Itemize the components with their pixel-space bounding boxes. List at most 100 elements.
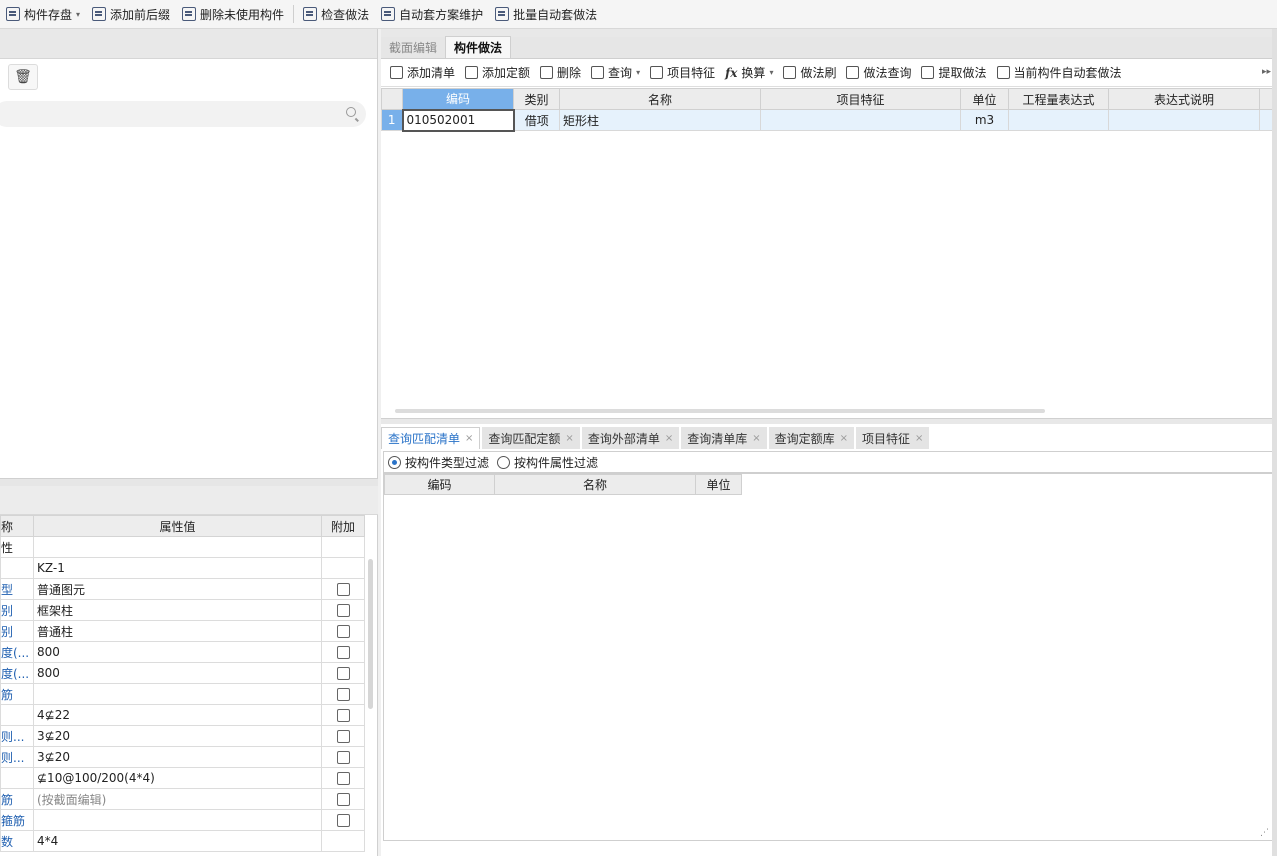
add-quota-button[interactable]: 添加定额 [460,59,535,87]
close-icon[interactable]: × [840,433,848,444]
delete-unused-button[interactable]: 删除未使用构件 [176,0,290,29]
query-button[interactable]: 查询 ▾ [586,59,645,87]
table-row[interactable]: 则... 3⊈20 [0,746,365,768]
add-prefix-suffix-button[interactable]: 添加前后缀 [86,0,176,29]
attach-checkbox[interactable] [336,772,350,785]
delete-row-button[interactable]: 删除 [535,59,586,87]
table-row[interactable]: 筋 [0,683,365,705]
table-row[interactable]: ⊈10@100/200(4*4) [0,767,365,789]
feature-cell[interactable] [760,109,961,131]
convert-button[interactable]: fx 换算 ▾ [720,59,778,87]
component-search-input[interactable] [0,101,366,127]
search-icon[interactable] [346,107,356,117]
tab-section-edit[interactable]: 截面编辑 [381,36,445,58]
col-unit[interactable]: 单位 [960,88,1009,110]
table-row[interactable]: 则... 3⊈20 [0,725,365,747]
auto-apply-current-button[interactable]: 当前构件自动套做法 [992,59,1127,87]
item-feature-button[interactable]: 项目特征 [645,59,720,87]
code-cell[interactable]: 010502001 [401,108,515,132]
col-expression-desc[interactable]: 表达式说明 [1108,88,1260,110]
col-code[interactable]: 编码 [402,88,514,110]
tab-component-method[interactable]: 构件做法 [445,36,512,58]
query-col-unit[interactable]: 单位 [695,474,742,495]
row-number[interactable]: 1 [381,109,403,131]
chevron-down-icon[interactable]: ▾ [76,10,80,19]
batch-auto-method-button[interactable]: 批量自动套做法 [489,0,603,29]
attach-checkbox[interactable] [336,583,350,596]
method-brush-button[interactable]: 做法刷 [778,59,841,87]
type-cell[interactable]: 借项 [513,109,560,131]
attach-checkbox[interactable] [336,751,350,764]
table-row[interactable]: 箍筋 [0,809,365,831]
auto-scheme-icon [381,7,396,21]
table-row[interactable]: 别框架柱 [0,599,365,621]
tab-item-feature[interactable]: 项目特征 × [856,427,930,449]
expression-desc-cell[interactable] [1108,109,1260,131]
left-tools: 🗑 [0,59,377,95]
table-row[interactable]: 数 4*4 [0,830,365,852]
attach-checkbox[interactable] [336,688,350,701]
chevron-down-icon[interactable]: ▾ [636,68,640,77]
delete-button[interactable]: 🗑 [8,64,38,90]
attach-checkbox[interactable] [336,793,350,806]
table-row[interactable]: 筋 (按截面编辑) [0,788,365,810]
overflow-icon[interactable]: ▸▸ [1262,67,1271,77]
chevron-down-icon[interactable]: ▾ [769,68,773,77]
attach-checkbox[interactable] [336,646,350,659]
auto-apply-icon [996,66,1010,79]
window-edge [1272,29,1277,856]
query-col-code[interactable]: 编码 [384,474,495,495]
tab-match-quota[interactable]: 查询匹配定额 × [482,427,580,449]
name-cell[interactable]: 矩形柱 [559,109,761,131]
attach-checkbox[interactable] [336,625,350,638]
table-row[interactable]: 1 010502001 借项 矩形柱 m3 [381,108,1274,132]
col-name[interactable]: 名称 [559,88,761,110]
grid-horizontal-scrollbar[interactable] [395,409,1045,413]
table-row[interactable]: 别普通柱 [0,620,365,642]
attach-checkbox[interactable] [336,730,350,743]
tab-match-list[interactable]: 查询匹配清单 × [381,427,481,449]
resize-grip-icon[interactable]: ⋰ [1260,828,1269,838]
filter-by-attribute-label[interactable]: 按构件属性过滤 [514,454,598,471]
attach-checkbox[interactable] [336,604,350,617]
attach-checkbox[interactable] [336,667,350,680]
close-icon[interactable]: × [565,433,573,444]
table-row[interactable]: 型普通图元 [0,578,365,600]
query-tabs: 查询匹配清单 × 查询匹配定额 × 查询外部清单 × 查询清单库 × 查询定额库 × 项目… [381,426,931,449]
query-col-name[interactable]: 名称 [494,474,696,495]
extract-method-button[interactable]: 提取做法 [916,59,991,87]
table-row[interactable]: 度(... 800 [0,641,365,663]
close-icon[interactable]: × [752,433,760,444]
attach-checkbox[interactable] [336,814,350,827]
unit-cell[interactable]: m3 [960,109,1009,131]
filter-by-type-radio[interactable] [388,455,401,469]
add-list-button[interactable]: 添加清单 [385,59,460,87]
attach-checkbox[interactable] [336,709,350,722]
table-row[interactable]: 度(... 800 [0,662,365,684]
check-method-button[interactable]: 检查做法 [297,0,375,29]
right-splitter[interactable] [381,418,1277,424]
filter-by-attribute-radio[interactable] [497,455,511,469]
table-row[interactable]: 4⊈22 [0,704,365,726]
property-scrollbar[interactable] [368,559,373,709]
tab-external-list[interactable]: 查询外部清单 × [581,427,680,449]
col-type[interactable]: 类别 [513,88,560,110]
method-query-button[interactable]: 做法查询 [841,59,916,87]
close-icon[interactable]: × [915,433,923,444]
close-icon[interactable]: × [465,433,473,444]
save-component-button[interactable]: 构件存盘 ▾ [0,0,86,29]
left-splitter[interactable] [0,478,378,486]
tab-list-library[interactable]: 查询清单库 × [681,427,767,449]
auto-scheme-button[interactable]: 自动套方案维护 [375,0,489,29]
table-row[interactable]: KZ-1 [0,557,365,579]
tab-quota-library[interactable]: 查询定额库 × [768,427,855,449]
filter-by-type-label[interactable]: 按构件类型过滤 [405,454,489,471]
close-icon[interactable]: × [665,433,673,444]
expression-cell[interactable] [1008,109,1109,131]
table-row[interactable]: 性 [0,536,365,558]
col-feature[interactable]: 项目特征 [760,88,961,110]
col-expression[interactable]: 工程量表达式 [1008,88,1109,110]
property-panel-header [0,486,378,515]
left-panel-header [0,29,377,59]
query-table: 编码 名称 单位 [384,474,742,495]
